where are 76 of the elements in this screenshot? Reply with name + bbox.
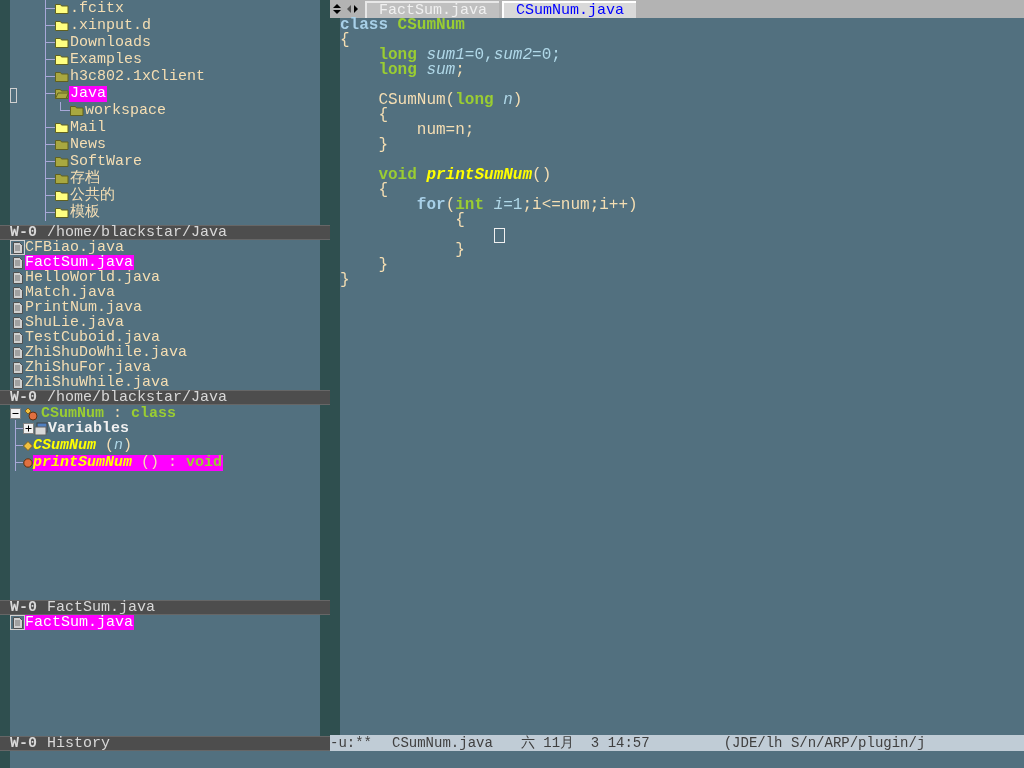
- source-file-item[interactable]: FactSum.java: [25, 255, 135, 270]
- code-token: (: [445, 196, 456, 214]
- directory-item[interactable]: Downloads: [69, 34, 152, 51]
- directory-item[interactable]: Mail: [69, 119, 107, 136]
- variables-icon: [34, 421, 48, 436]
- window-path: /home/blackstar/Java: [47, 391, 228, 404]
- editor-tab[interactable]: CSumNum.java: [502, 1, 637, 18]
- buffer-name: CSumNum.java: [392, 735, 493, 751]
- directory-item[interactable]: h3c802.1xClient: [69, 68, 207, 85]
- source-file-item[interactable]: ShuLie.java: [25, 315, 126, 330]
- code-token: sum: [425, 61, 456, 79]
- code-token: sum1: [425, 46, 465, 64]
- code-token: }: [377, 136, 388, 154]
- directory-item[interactable]: .xinput.d: [69, 17, 152, 34]
- source-file-item[interactable]: PrintNum.java: [25, 300, 144, 315]
- code-token: num=n;: [415, 121, 475, 139]
- code-token: long: [377, 61, 417, 79]
- directory-item[interactable]: 公共的: [69, 187, 116, 204]
- directory-item[interactable]: workspace: [84, 102, 167, 119]
- source-file-item[interactable]: ZhiShuDoWhile.java: [25, 345, 189, 360]
- window-path: History: [47, 737, 111, 750]
- code-token: =1: [503, 196, 523, 214]
- text-cursor: [493, 228, 505, 243]
- code-token: {: [454, 211, 465, 229]
- directory-item[interactable]: .fcitx: [69, 0, 125, 17]
- code-token: }: [454, 241, 465, 259]
- source-file-item[interactable]: HelloWorld.java: [25, 270, 162, 285]
- source-file-item[interactable]: ZhiShuFor.java: [25, 360, 153, 375]
- directory-item[interactable]: Java: [69, 85, 107, 102]
- window-label: W-0: [10, 226, 37, 239]
- window-path: /home/blackstar/Java: [47, 226, 228, 239]
- code-token: long: [455, 91, 494, 109]
- directory-item[interactable]: News: [69, 136, 107, 153]
- diamond-icon: [23, 440, 33, 451]
- code-token: n: [502, 91, 513, 109]
- code-token: }: [377, 256, 388, 274]
- window-label: W-0: [10, 737, 37, 750]
- code-token: i: [492, 196, 504, 214]
- source-file-item[interactable]: TestCuboid.java: [25, 330, 162, 345]
- source-file-item[interactable]: Match.java: [25, 285, 116, 300]
- buffer-status: -u:**: [330, 735, 372, 751]
- code-token: sum2: [493, 46, 533, 64]
- method-node[interactable]: printSumNum () : void: [33, 454, 224, 471]
- code-token: ;: [455, 61, 465, 79]
- source-file-item[interactable]: FactSum.java: [25, 615, 135, 630]
- directory-item[interactable]: Examples: [69, 51, 143, 68]
- code-token: }: [340, 271, 350, 289]
- source-file-item[interactable]: CFBiao.java: [25, 240, 126, 255]
- class-icon: [24, 406, 38, 421]
- code-token: {: [377, 106, 388, 124]
- window-path: FactSum.java: [47, 601, 156, 614]
- method-icon: [23, 457, 33, 468]
- collapse-icon[interactable]: [10, 408, 21, 419]
- code-token: {: [340, 31, 350, 49]
- code-token: printSumNum: [425, 166, 533, 184]
- code-token: =0;: [532, 46, 561, 64]
- window-label: W-0: [10, 601, 37, 614]
- major-mode: (JDE/lh S/n/ARP/plugin/j: [723, 735, 926, 751]
- directory-item[interactable]: 存档: [69, 170, 101, 187]
- clock-text: 六 11月 3 14:57: [520, 735, 650, 751]
- code-token: ;i<=num;i++): [522, 196, 638, 214]
- method-node[interactable]: CSumNum (n): [33, 437, 134, 454]
- variables-node[interactable]: Variables: [48, 420, 130, 437]
- source-file-item[interactable]: ZhiShuWhile.java: [25, 375, 171, 390]
- expand-icon[interactable]: [23, 423, 34, 434]
- code-token: (): [532, 166, 552, 184]
- code-token: ): [512, 91, 523, 109]
- directory-item[interactable]: SoftWare: [69, 153, 143, 170]
- window-label: W-0: [10, 391, 37, 404]
- code-token: for: [415, 196, 446, 214]
- window-fringe: [0, 751, 10, 768]
- code-token: CSumNum: [397, 16, 465, 34]
- class-node[interactable]: CSumNum : class: [41, 405, 177, 422]
- code-token: =0,: [464, 46, 494, 64]
- directory-item[interactable]: 模板: [69, 204, 101, 221]
- code-token: {: [377, 181, 388, 199]
